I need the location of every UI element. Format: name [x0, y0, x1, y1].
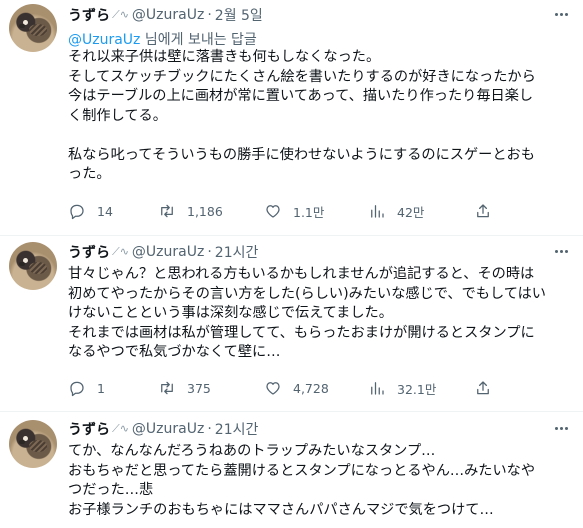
- separator-dot: ·: [207, 244, 212, 260]
- like-icon: [266, 382, 280, 395]
- tweet-line: お子様ランチのおもちゃにはママさんパパさんマジで気をつけて…: [68, 501, 494, 518]
- retweet-icon: [161, 204, 173, 218]
- like-count: 1.1만: [293, 204, 325, 220]
- author-name[interactable]: うずら: [68, 5, 110, 25]
- reply-count: 1: [97, 380, 105, 396]
- views-icon: [371, 382, 384, 395]
- share-button[interactable]: [474, 200, 503, 222]
- views-button[interactable]: 32.1만: [368, 377, 436, 399]
- tweet-line: 私なら叱ってそういうもの勝手に使わせないようにするのにスゲーとおも: [68, 146, 535, 163]
- like-button[interactable]: 4,728: [264, 377, 329, 399]
- more-icon[interactable]: [551, 6, 571, 22]
- tweet-line: 甘々じゃん？と思われる方もいるかもしれませんが追記すると、その時は: [68, 266, 535, 282]
- reply-context-label: 님에게 보내는 답글: [140, 32, 257, 48]
- tweet-line: そしてスケッチブックにたくさん絵を書いたりするのが好きになったから: [68, 68, 536, 85]
- retweet-button[interactable]: 375: [158, 377, 211, 399]
- tweet-line: 今はテーブルの上に画材が常に置いてあって、描いたり作ったり毎日楽し: [68, 88, 534, 104]
- tweet-line: なるやつで私気づかなくて壁に…: [68, 344, 281, 360]
- tweet-text: 甘々じゃん？と思われる方もいるかもしれませんが追記すると、その時は 初めてやった…: [68, 265, 568, 363]
- tweet-header: うずら ⟋∿ @UzuraUz · 21시간: [68, 419, 258, 439]
- author-name[interactable]: うずら: [68, 419, 110, 439]
- reply-icon: [70, 204, 84, 220]
- name-decoration-icon: ⟋∿: [112, 245, 129, 258]
- tweet[interactable]: うずら ⟋∿ @UzuraUz · 2월 5일 @UzuraUz 님에게 보내는…: [0, 0, 583, 236]
- more-icon[interactable]: [551, 420, 571, 436]
- reply-button[interactable]: 1: [68, 377, 105, 399]
- action-bar: 14 1,186 1.1만 42만: [68, 200, 508, 222]
- retweet-count: 375: [187, 380, 211, 396]
- tweet-line: つだった…悲: [68, 482, 154, 498]
- share-icon: [477, 204, 489, 218]
- views-button[interactable]: 42만: [368, 200, 424, 222]
- separator-dot: ·: [207, 7, 212, 23]
- tweet[interactable]: うずら ⟋∿ @UzuraUz · 21시간 てか、なんなんだろうねあのトラップ…: [0, 412, 583, 528]
- tweet-line: てか、なんなんだろうねあのトラップみたいなスタンプ…: [68, 443, 436, 459]
- tweet-line: おもちゃだと思ってたら蓋開けるとスタンプになっとるやん…みたいなや: [68, 462, 536, 479]
- tweet-line: く制作してる。: [68, 107, 167, 124]
- tweet-line: った。: [68, 166, 111, 182]
- share-button[interactable]: [474, 377, 503, 399]
- reply-count: 14: [97, 203, 113, 219]
- tweet-header: うずら ⟋∿ @UzuraUz · 21시간: [68, 242, 258, 262]
- views-icon: [371, 205, 384, 218]
- retweet-count: 1,186: [187, 203, 223, 219]
- share-icon: [477, 381, 489, 395]
- views-count: 32.1만: [397, 381, 437, 397]
- retweet-button[interactable]: 1,186: [158, 200, 223, 222]
- views-count: 42만: [397, 204, 425, 220]
- name-decoration-icon: ⟋∿: [112, 8, 129, 21]
- more-icon[interactable]: [551, 243, 571, 259]
- reply-context: @UzuraUz 님에게 보내는 답글: [68, 29, 257, 49]
- tweet-header: うずら ⟋∿ @UzuraUz · 2월 5일: [68, 5, 263, 25]
- like-icon: [266, 205, 280, 218]
- reply-mention-link[interactable]: @UzuraUz: [68, 32, 140, 48]
- tweet-text: それ以来子供は壁に落書きも何もしなくなった。 そしてスケッチブックにたくさん絵を…: [68, 48, 568, 185]
- retweet-icon: [161, 381, 173, 395]
- tweet-line: 初めてやったからその言い方をした(らしい)みたいな感じで、でもしてはい: [68, 285, 546, 302]
- reply-icon: [70, 381, 84, 397]
- timestamp[interactable]: 21시간: [215, 242, 259, 262]
- author-name[interactable]: うずら: [68, 242, 110, 262]
- tweet-line: それまでは画材は私が管理してて、もらったおまけが開けるとスタンプに: [68, 324, 535, 341]
- timestamp[interactable]: 2월 5일: [215, 5, 263, 25]
- separator-dot: ·: [207, 421, 212, 437]
- avatar[interactable]: [9, 242, 57, 290]
- reply-button[interactable]: 14: [68, 200, 113, 222]
- tweet[interactable]: うずら ⟋∿ @UzuraUz · 21시간 甘々じゃん？と思われる方もいるかも…: [0, 236, 583, 412]
- action-bar: 1 375 4,728 32.1만: [68, 377, 508, 399]
- like-count: 4,728: [293, 380, 329, 396]
- timestamp[interactable]: 21시간: [215, 419, 259, 439]
- author-handle[interactable]: @UzuraUz: [132, 244, 204, 260]
- avatar[interactable]: [9, 420, 57, 468]
- author-handle[interactable]: @UzuraUz: [132, 7, 204, 23]
- name-decoration-icon: ⟋∿: [112, 422, 129, 435]
- tweet-text: てか、なんなんだろうねあのトラップみたいなスタンプ… おもちゃだと思ってたら蓋開…: [68, 442, 568, 520]
- tweet-line: けないことという事は深刻な感じで伝えてました。: [68, 305, 393, 321]
- avatar[interactable]: [9, 4, 57, 52]
- like-button[interactable]: 1.1만: [264, 200, 324, 222]
- author-handle[interactable]: @UzuraUz: [132, 421, 204, 437]
- tweet-line: それ以来子供は壁に落書きも何もしなくなった。: [68, 49, 381, 65]
